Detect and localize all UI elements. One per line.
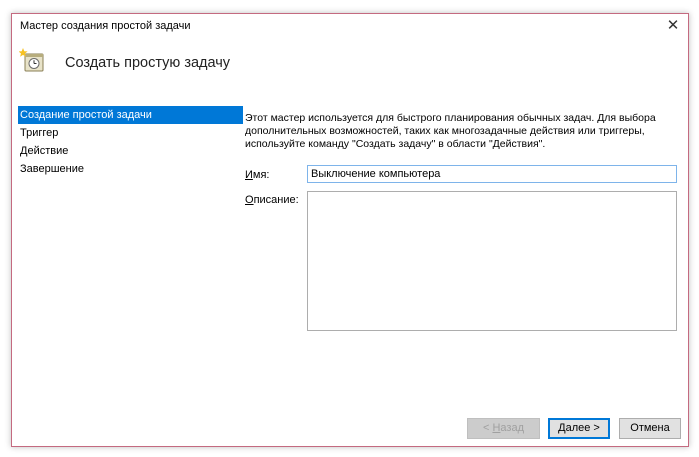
wizard-window: Мастер создания простой задачи ✕ Создать…	[11, 13, 689, 447]
back-button[interactable]: < Назад	[467, 418, 540, 439]
title-bar[interactable]: Мастер создания простой задачи ✕	[12, 14, 688, 38]
step-finish[interactable]: Завершение	[18, 160, 243, 178]
wizard-header-title: Создать простую задачу	[65, 55, 231, 71]
wizard-description: Этот мастер используется для быстрого пл…	[245, 112, 656, 150]
close-button[interactable]: ✕	[658, 14, 688, 38]
cancel-button[interactable]: Отмена	[619, 418, 681, 439]
step-action[interactable]: Действие	[18, 142, 243, 160]
name-field[interactable]	[307, 165, 677, 183]
close-icon: ✕	[666, 17, 680, 34]
description-field[interactable]	[307, 191, 677, 331]
task-scheduler-icon	[18, 47, 47, 75]
step-create-simple-task[interactable]: Создание простой задачи	[18, 106, 243, 124]
step-trigger[interactable]: Триггер	[18, 124, 243, 142]
description-label: Описание:	[245, 194, 299, 206]
next-button[interactable]: Далее >	[548, 418, 610, 439]
window-title: Мастер создания простой задачи	[20, 20, 191, 32]
wizard-steps-sidebar: Создание простой задачи Триггер Действие…	[18, 106, 243, 178]
name-label: Имя:	[245, 169, 270, 181]
